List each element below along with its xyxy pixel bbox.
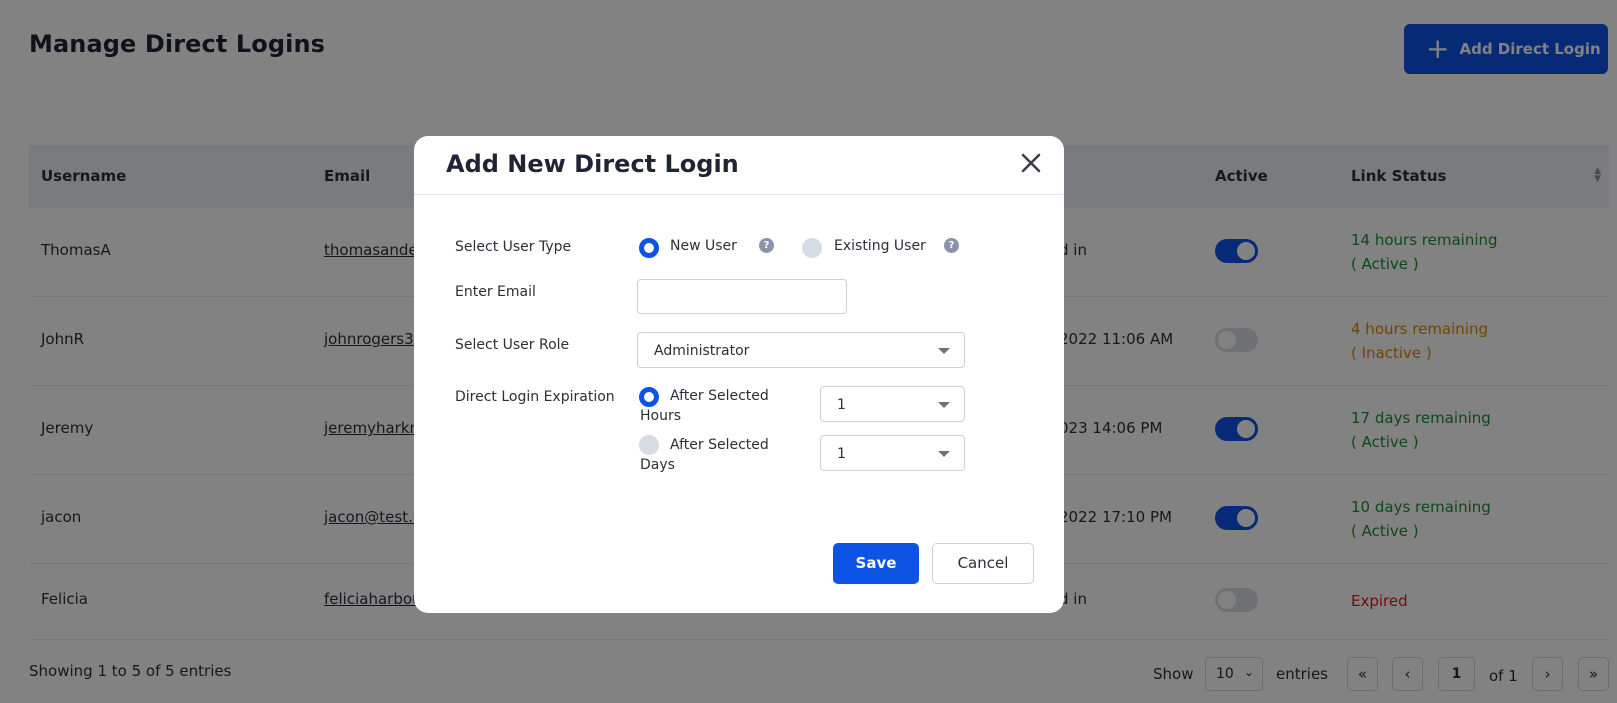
hours-select[interactable]: 1 bbox=[820, 386, 965, 422]
existing-user-label[interactable]: Existing User bbox=[834, 238, 926, 254]
email-label: Enter Email bbox=[455, 284, 536, 300]
user-type-label: Select User Type bbox=[455, 239, 572, 255]
after-days-radio[interactable] bbox=[639, 435, 659, 455]
after-hours-line2[interactable]: Hours bbox=[640, 408, 681, 424]
email-input[interactable] bbox=[637, 279, 847, 314]
modal-title: Add New Direct Login bbox=[446, 150, 739, 178]
user-role-label: Select User Role bbox=[455, 337, 570, 353]
new-user-label[interactable]: New User bbox=[670, 238, 737, 254]
hours-value: 1 bbox=[837, 397, 846, 413]
existing-user-radio[interactable] bbox=[802, 238, 822, 258]
after-days-line2[interactable]: Days bbox=[640, 457, 675, 473]
help-icon[interactable]: ? bbox=[759, 238, 774, 253]
after-days-line1[interactable]: After Selected bbox=[670, 437, 769, 453]
after-hours-line1[interactable]: After Selected bbox=[670, 388, 769, 404]
after-hours-radio[interactable] bbox=[639, 387, 659, 407]
expiration-label: Direct Login Expiration bbox=[455, 389, 615, 405]
help-icon[interactable]: ? bbox=[944, 238, 959, 253]
close-icon[interactable] bbox=[1018, 150, 1044, 176]
caret-down-icon bbox=[938, 402, 950, 408]
add-direct-login-modal: Add New Direct Login Select User Type Ne… bbox=[414, 136, 1064, 613]
user-role-select[interactable]: Administrator bbox=[637, 332, 965, 368]
caret-down-icon bbox=[938, 348, 950, 354]
days-value: 1 bbox=[837, 446, 846, 462]
user-role-value: Administrator bbox=[654, 343, 750, 359]
days-select[interactable]: 1 bbox=[820, 435, 965, 471]
modal-header: Add New Direct Login bbox=[414, 136, 1064, 195]
save-button[interactable]: Save bbox=[833, 543, 919, 584]
new-user-radio[interactable] bbox=[639, 238, 659, 258]
caret-down-icon bbox=[938, 451, 950, 457]
cancel-button[interactable]: Cancel bbox=[932, 543, 1034, 584]
